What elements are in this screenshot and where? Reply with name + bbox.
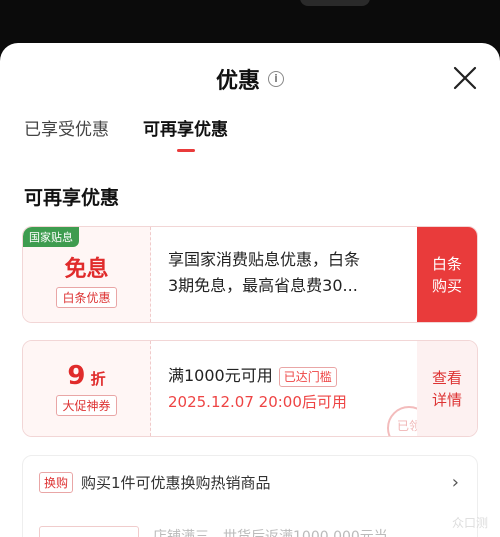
tab-bar: 已享受优惠 可再享优惠 [24,115,228,152]
sheet-header: 优惠 i [0,63,500,95]
action-line2: 详情 [431,390,462,409]
threshold-met-badge: 已达门槛 [278,366,337,387]
view-details-button[interactable]: 查看 详情 [417,341,477,436]
swap-purchase-card[interactable]: 换购 购买1件可优惠换购热销商品 › 店铺满三…世货后返满1000.000元当 [22,455,478,537]
page-title: 优惠 [215,69,260,94]
coupon-sub-label: 大促神券 [56,395,117,416]
action-line1: 白条 [431,254,462,273]
coupon-card-interest-free: 国家贴息 免息 白条优惠 享国家消费贴息优惠，白条 3期免息，最高省息费30..… [22,226,478,323]
swap-tag: 换购 [39,472,74,493]
discount-unit: 折 [90,370,106,388]
action-line2: 购买 [431,276,462,295]
close-icon [453,66,477,90]
section-title: 可再享优惠 [24,187,120,209]
coupon-valid-time: 2025.12.07 20:00后可用 [168,393,347,411]
coupon-description: 满1000元可用 已达门槛 2025.12.07 20:00后可用 [168,363,347,415]
action-line1: 查看 [431,368,462,387]
close-button[interactable] [452,65,478,91]
chevron-right-icon[interactable]: › [452,472,459,493]
tab-available[interactable]: 可再享优惠 [143,115,228,152]
status-bar-notch [300,0,370,6]
coupon-sub-label: 白条优惠 [56,287,117,308]
coupon-threshold: 满1000元可用 [168,366,273,385]
swap-item-box [39,526,139,537]
watermark: 众口测 [451,516,488,530]
discount-value: 9 折 [23,361,150,391]
discount-sheet: 优惠 i 已享受优惠 可再享优惠 可再享优惠 国家贴息 免息 白条优惠 享国家消… [0,43,500,537]
info-icon[interactable]: i [268,71,284,87]
coupon-main-label: 免息 [64,257,109,282]
baitiao-buy-button[interactable]: 白条 购买 [417,227,477,322]
coupon-desc-line2: 3期免息，最高省息费30... [168,276,358,295]
swap-row: 换购 购买1件可优惠换购热销商品 [39,472,271,493]
swap-secondary-text: 店铺满三…世货后返满1000.000元当 [153,529,388,537]
swap-text: 购买1件可优惠换购热销商品 [81,474,271,492]
discount-number: 9 [67,361,86,391]
coupon-left: 国家贴息 免息 白条优惠 [23,227,151,322]
coupon-card-discount: 9 折 大促神券 满1000元可用 已达门槛 2025.12.07 20:00后可… [22,340,478,437]
coupon-desc-line1: 享国家消费贴息优惠，白条 [168,250,361,269]
national-subsidy-tag: 国家贴息 [23,227,79,247]
coupon-left: 9 折 大促神券 [23,341,151,436]
tab-enjoyed[interactable]: 已享受优惠 [24,115,109,140]
coupon-description: 享国家消费贴息优惠，白条 3期免息，最高省息费30... [168,247,360,299]
